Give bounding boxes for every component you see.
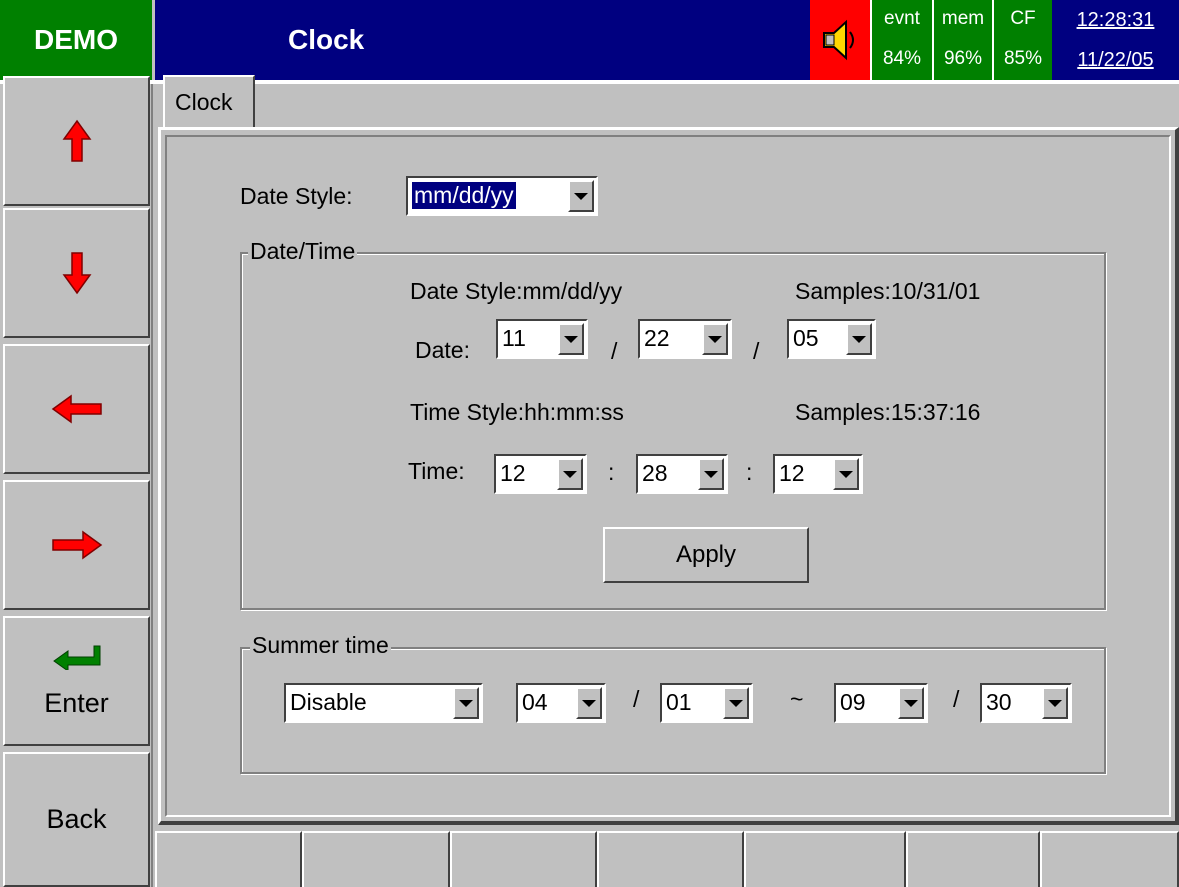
clock-display: 12:28:31 11/22/05 <box>1052 0 1179 80</box>
date-style-value: mm/dd/yy <box>412 182 516 209</box>
soft-key-2[interactable] <box>302 831 450 887</box>
date-style-info: Date Style:mm/dd/yy <box>410 278 623 304</box>
date-year-value: 05 <box>793 325 819 351</box>
time-second-value: 12 <box>779 460 805 486</box>
summer-end-month-select[interactable]: 09 <box>834 683 928 723</box>
summer-end-day-value: 30 <box>986 689 1012 715</box>
chevron-down-icon[interactable] <box>898 687 924 719</box>
chevron-down-icon[interactable] <box>698 458 724 490</box>
time-minute-select[interactable]: 28 <box>636 454 728 494</box>
chevron-down-icon[interactable] <box>723 687 749 719</box>
arrow-left-icon <box>51 394 102 424</box>
down-button[interactable] <box>3 208 150 338</box>
date-month-select[interactable]: 11 <box>496 319 588 359</box>
arrow-right-icon <box>51 530 102 560</box>
demo-badge: DEMO <box>0 0 152 80</box>
chevron-down-icon[interactable] <box>702 323 728 355</box>
date-month-value: 11 <box>502 325 526 351</box>
cf-status: CF 85% <box>992 0 1052 80</box>
time-separator: : <box>746 459 753 485</box>
summer-end-month-value: 09 <box>840 689 866 715</box>
time-separator: : <box>608 459 615 485</box>
event-value: 84% <box>882 48 922 69</box>
summer-separator: / <box>633 686 640 712</box>
date-style-label: Date Style: <box>240 183 353 209</box>
enter-label: Enter <box>44 687 109 718</box>
time-hour-select[interactable]: 12 <box>494 454 587 494</box>
chevron-down-icon[interactable] <box>558 323 584 355</box>
time-samples: Samples:15:37:16 <box>795 399 981 425</box>
apply-button[interactable]: Apply <box>603 527 809 583</box>
time-second-select[interactable]: 12 <box>773 454 863 494</box>
speaker-icon[interactable] <box>810 0 870 80</box>
enter-icon <box>52 645 100 670</box>
memory-label: mem <box>941 8 985 29</box>
apply-label: Apply <box>675 541 737 568</box>
clock-date: 11/22/05 <box>1077 49 1154 71</box>
date-year-select[interactable]: 05 <box>787 319 876 359</box>
soft-key-5[interactable] <box>744 831 906 887</box>
summer-end-day-select[interactable]: 30 <box>980 683 1072 723</box>
soft-key-3[interactable] <box>450 831 597 887</box>
chevron-down-icon[interactable] <box>557 458 583 490</box>
enter-button[interactable]: Enter <box>3 616 150 746</box>
soft-key-1[interactable] <box>155 831 302 887</box>
soft-key-6[interactable] <box>906 831 1040 887</box>
memory-status: mem 96% <box>932 0 992 80</box>
date-separator: / <box>753 338 760 364</box>
cf-label: CF <box>1010 8 1036 29</box>
time-style-info: Time Style:hh:mm:ss <box>410 399 624 425</box>
summer-separator: / <box>953 686 960 712</box>
datetime-group-title: Date/Time <box>248 238 358 265</box>
summer-time-mode-select[interactable]: Disable <box>284 683 483 723</box>
event-status: evnt 84% <box>870 0 932 80</box>
back-label: Back <box>46 804 107 834</box>
arrow-up-icon <box>62 119 91 162</box>
cf-value: 85% <box>1003 48 1043 69</box>
summer-start-day-select[interactable]: 01 <box>660 683 753 723</box>
time-hour-value: 12 <box>500 460 526 486</box>
chevron-down-icon[interactable] <box>1042 687 1068 719</box>
right-button[interactable] <box>3 480 150 610</box>
tab-clock-label: Clock <box>175 89 233 115</box>
date-day-value: 22 <box>644 325 670 351</box>
tab-clock[interactable]: Clock <box>163 75 255 127</box>
chevron-down-icon[interactable] <box>846 323 872 355</box>
back-button[interactable]: Back <box>3 752 150 887</box>
chevron-down-icon[interactable] <box>833 458 859 490</box>
summer-range-separator: ~ <box>790 686 804 712</box>
clock-time: 12:28:31 <box>1076 9 1155 31</box>
date-samples: Samples:10/31/01 <box>795 278 981 304</box>
soft-key-4[interactable] <box>597 831 744 887</box>
date-separator: / <box>611 338 618 364</box>
left-button[interactable] <box>3 344 150 474</box>
date-day-select[interactable]: 22 <box>638 319 732 359</box>
date-label: Date: <box>415 337 470 363</box>
summer-time-mode-value: Disable <box>290 689 367 715</box>
chevron-down-icon[interactable] <box>576 687 602 719</box>
time-label: Time: <box>408 458 465 484</box>
time-minute-value: 28 <box>642 460 668 486</box>
summer-time-group-title: Summer time <box>250 632 391 659</box>
page-title: Clock <box>155 0 810 80</box>
event-label: evnt <box>884 8 920 29</box>
arrow-down-icon <box>62 252 91 295</box>
summer-start-month-select[interactable]: 04 <box>516 683 606 723</box>
up-button[interactable] <box>3 76 150 206</box>
summer-start-day-value: 01 <box>666 689 692 715</box>
date-style-select[interactable]: mm/dd/yy <box>406 176 598 216</box>
memory-value: 96% <box>943 48 983 69</box>
chevron-down-icon[interactable] <box>453 687 479 719</box>
chevron-down-icon[interactable] <box>568 180 594 212</box>
soft-key-7[interactable] <box>1040 831 1179 887</box>
summer-start-month-value: 04 <box>522 689 548 715</box>
